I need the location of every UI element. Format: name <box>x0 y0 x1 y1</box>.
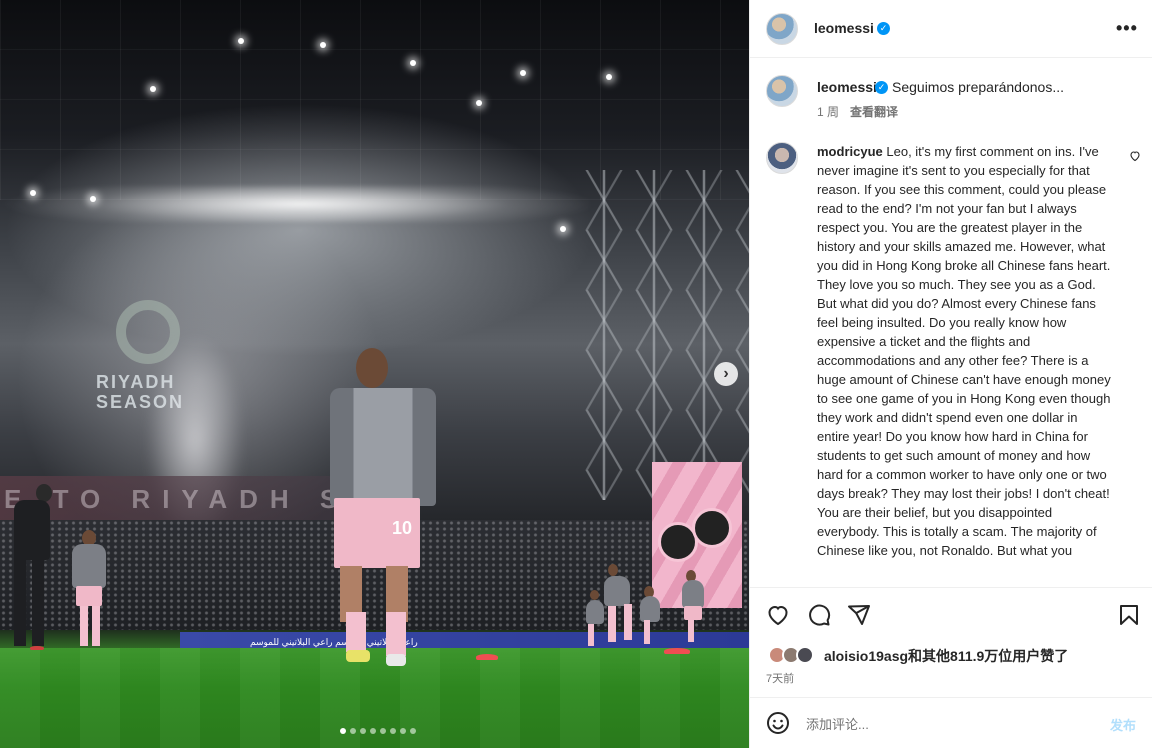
club-crest-icon <box>692 508 732 548</box>
translate-link[interactable]: 查看翻译 <box>850 103 898 120</box>
roof-light <box>560 226 566 232</box>
share-icon[interactable] <box>847 603 871 627</box>
floodlight-row <box>0 186 590 222</box>
carousel-dot <box>410 728 416 734</box>
roof-light <box>150 86 156 92</box>
roof-light <box>320 42 326 48</box>
post-comment-button[interactable]: 发布 <box>1110 715 1136 734</box>
roof-light <box>606 74 612 80</box>
shirt-number: 10 <box>392 518 413 538</box>
steel-truss <box>579 170 749 500</box>
roof-light <box>238 38 244 44</box>
comment-text: modricyue Leo, it's my first comment on … <box>817 142 1113 582</box>
likes-summary[interactable]: aloisio19asg和其他811.9万位用户赞了 <box>824 646 1068 666</box>
post-time-ago[interactable]: 7天前 <box>766 670 794 686</box>
post-header: leomessi ✓ ••• <box>750 0 1152 58</box>
caption-author-avatar[interactable] <box>766 75 798 107</box>
post-image[interactable]: RIYADH SEASON E TO RIYADH SEA راعي البلا… <box>0 0 749 748</box>
roof-light <box>90 196 96 202</box>
caption-text: Seguimos preparándonos... <box>892 79 1064 95</box>
carousel-dot <box>390 728 396 734</box>
caption-author-username[interactable]: leomessi <box>817 79 877 95</box>
carousel-dot <box>400 728 406 734</box>
liker-avatar <box>796 646 814 664</box>
caption-timestamp[interactable]: 1 周 <box>817 103 839 120</box>
comment-input[interactable] <box>806 713 1096 735</box>
commenter-avatar[interactable] <box>766 142 798 174</box>
heart-icon[interactable] <box>766 603 790 627</box>
comment-like-heart-icon[interactable] <box>1129 150 1141 162</box>
bookmark-icon[interactable] <box>1117 603 1141 627</box>
training-cone <box>664 648 690 654</box>
carousel-dot <box>360 728 366 734</box>
verified-badge-icon: ✓ <box>875 81 888 94</box>
carousel-dot <box>340 728 346 734</box>
roof-light <box>410 60 416 66</box>
training-cone <box>30 646 44 650</box>
author-avatar[interactable] <box>766 13 798 45</box>
stadium-banner: E TO RIYADH SEA <box>0 476 340 522</box>
carousel-dot <box>370 728 376 734</box>
author-username[interactable]: leomessi <box>814 20 874 36</box>
more-horizontal-icon[interactable]: ••• <box>1116 18 1138 39</box>
verified-badge-icon: ✓ <box>877 22 890 35</box>
comment-content: Leo, it's my first comment on ins. I've … <box>817 144 1111 558</box>
next-image-button[interactable]: › <box>714 362 738 386</box>
roof-light <box>520 70 526 76</box>
training-cone <box>476 654 498 660</box>
carousel-dot <box>380 728 386 734</box>
emoji-icon[interactable] <box>766 711 790 735</box>
carousel-dot <box>350 728 356 734</box>
add-comment-bar: 发布 <box>750 697 1152 748</box>
carousel-indicator <box>340 728 416 734</box>
instagram-post-dialog: RIYADH SEASON E TO RIYADH SEA راعي البلا… <box>0 0 1152 748</box>
chevron-right-icon: › <box>723 365 729 382</box>
roof-light <box>30 190 36 196</box>
commenter-username[interactable]: modricyue <box>817 144 883 159</box>
post-side-panel: leomessi ✓ ••• leomessi ✓ Seguimos prepa… <box>749 0 1152 748</box>
roof-light <box>476 100 482 106</box>
comment-icon[interactable] <box>807 603 831 627</box>
post-actions-bar <box>750 587 1152 639</box>
